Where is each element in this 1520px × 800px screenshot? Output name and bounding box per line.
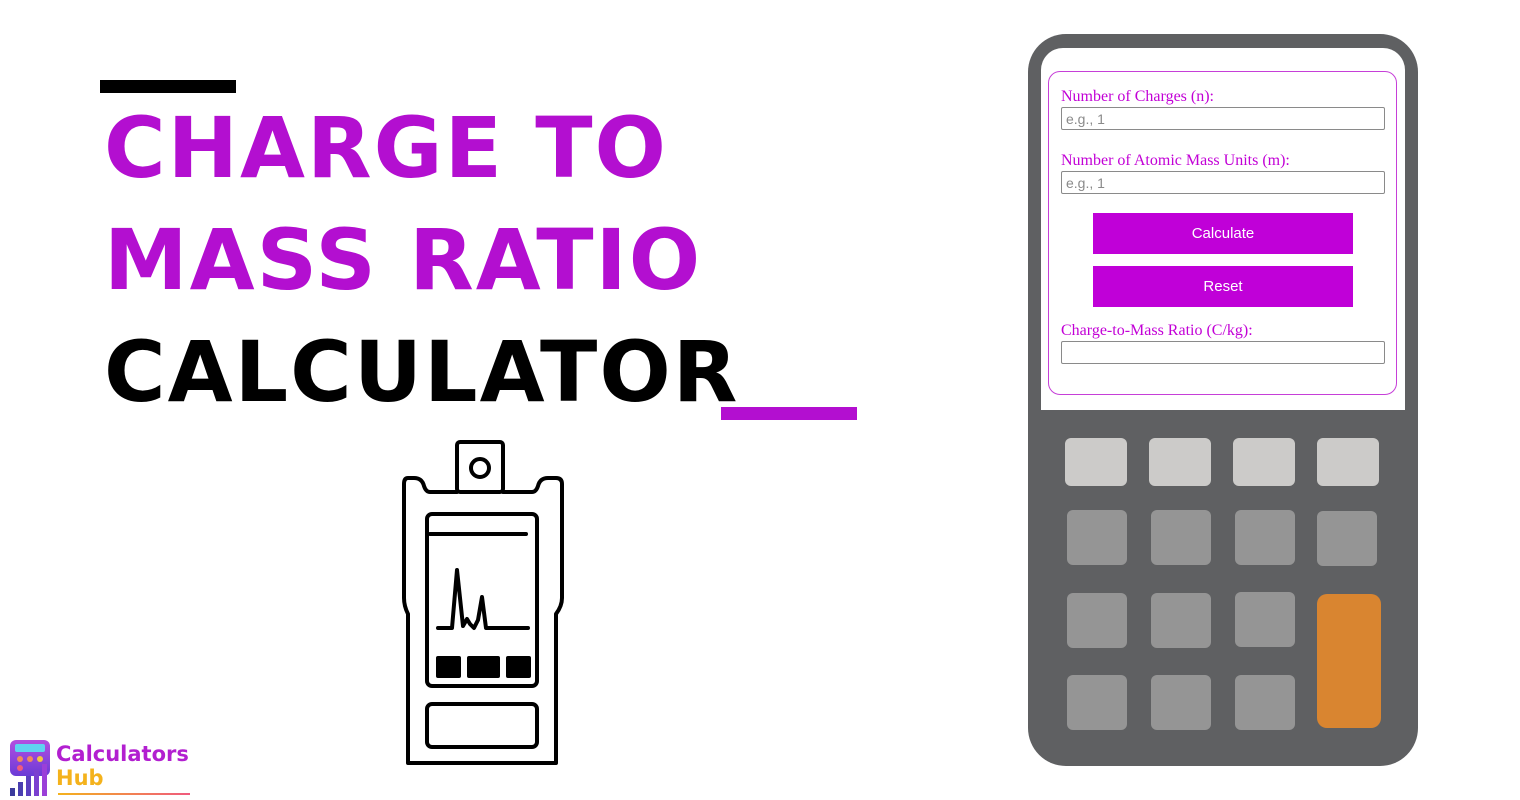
brand-name-line1: Calculators [56,742,189,766]
reset-button[interactable]: Reset [1093,266,1353,307]
keypad-key [1235,510,1295,565]
keypad-key [1317,511,1377,566]
keypad-key [1151,675,1211,730]
keypad-key [1065,438,1127,486]
title-line-3: Calculator [104,323,740,421]
charges-label: Number of Charges (n): [1061,88,1214,105]
charges-input[interactable] [1061,107,1385,130]
keypad-key [1151,510,1211,565]
title-line-2: Mass Ratio [104,211,703,309]
result-label: Charge-to-Mass Ratio (C/kg): [1061,322,1253,339]
mass-spectrometer-icon [402,440,564,765]
calculator-form: Number of Charges (n): Number of Atomic … [1048,71,1397,395]
keypad-key [1235,592,1295,647]
keypad-key [1067,675,1127,730]
keypad-key [1151,593,1211,648]
keypad-key [1233,438,1295,486]
keypad-key [1067,593,1127,648]
result-output[interactable] [1061,341,1385,364]
keypad-equals-key [1317,594,1381,728]
brand-name-line2: Hub [56,766,104,790]
keypad-key [1317,438,1379,486]
brand-underline [58,793,190,795]
mass-units-input[interactable] [1061,171,1385,194]
keypad-key [1067,510,1127,565]
mass-units-label: Number of Atomic Mass Units (m): [1061,152,1290,169]
title-top-bar [100,80,236,93]
title-line-1: Charge to [104,99,668,197]
keypad-key [1149,438,1211,486]
keypad-key [1235,675,1295,730]
calculate-button[interactable]: Calculate [1093,213,1353,254]
calculators-hub-logo-icon [10,740,50,796]
title-bottom-bar [721,407,857,420]
